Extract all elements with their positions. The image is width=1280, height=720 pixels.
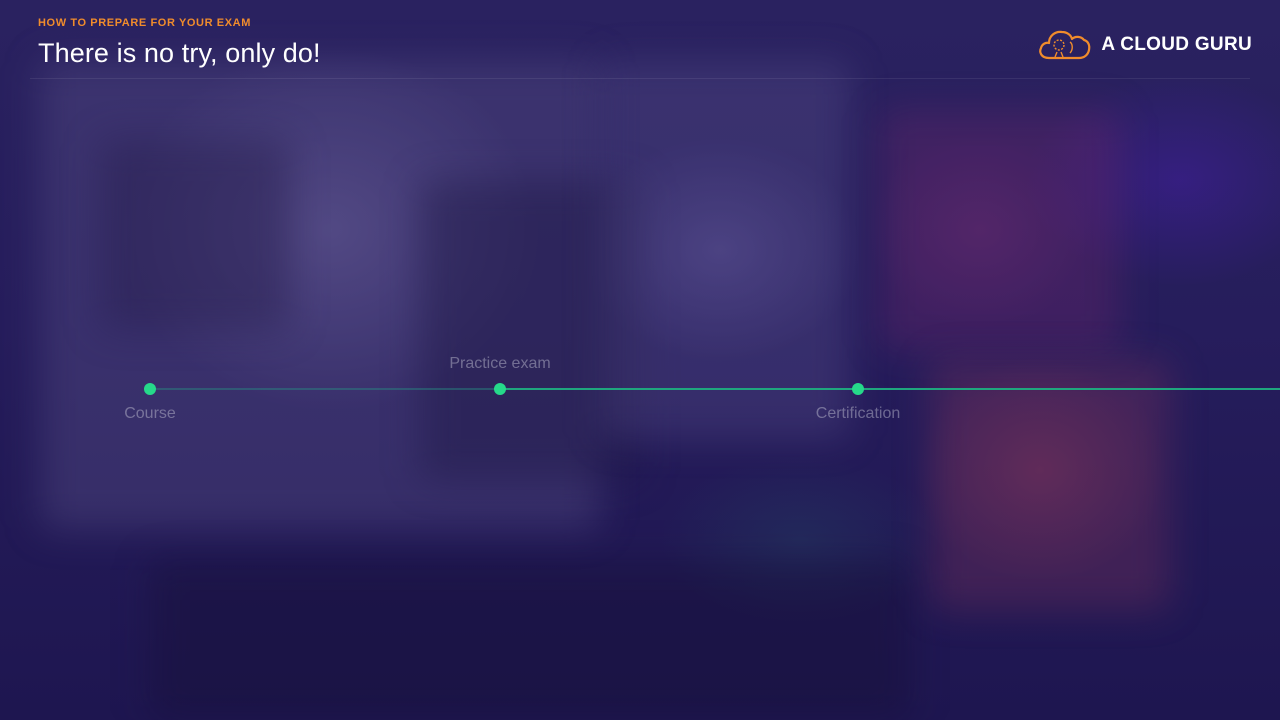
header-divider	[30, 78, 1250, 79]
timeline-dot-practice-exam	[494, 383, 506, 395]
background-blur	[930, 360, 1170, 610]
section-eyebrow: HOW TO PREPARE FOR YOUR EXAM	[38, 17, 251, 29]
timeline-dot-certification	[852, 383, 864, 395]
slide: HOW TO PREPARE FOR YOUR EXAM There is no…	[0, 0, 1280, 720]
timeline-label-certification: Certification	[815, 405, 901, 422]
background-blur	[880, 110, 1120, 350]
brand-logo: A CLOUD GURU	[1037, 26, 1252, 64]
cloud-icon	[1039, 30, 1091, 60]
timeline-label-course: Course	[124, 405, 176, 422]
background-blur	[100, 140, 290, 330]
timeline-segment-course	[150, 388, 500, 390]
background-blur	[150, 560, 910, 720]
timeline-segment-practice	[500, 388, 1280, 390]
timeline-dot-course	[144, 383, 156, 395]
background-blur	[600, 60, 850, 440]
timeline-label-practice-exam: Practice exam	[449, 355, 551, 372]
brand-name: A CLOUD GURU	[1101, 34, 1252, 55]
slide-title: There is no try, only do!	[38, 38, 321, 68]
